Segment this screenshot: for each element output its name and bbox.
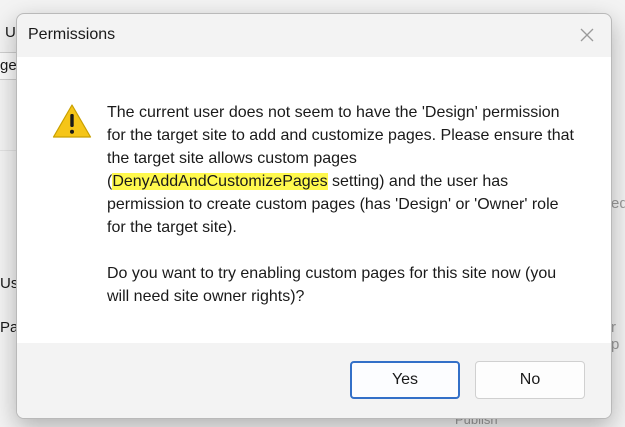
- no-button[interactable]: No: [475, 361, 585, 399]
- dialog-title: Permissions: [28, 26, 116, 43]
- message-question: Do you want to try enabling custom pages…: [107, 265, 557, 305]
- dialog-footer: Yes No: [17, 343, 611, 418]
- bg-placeholder-fragment: ed: [611, 195, 625, 212]
- bg-placeholder-fragment: r p: [611, 319, 620, 353]
- close-button[interactable]: [571, 20, 603, 50]
- warning-icon: [52, 104, 92, 138]
- message-paragraph: The current user does not seem to have t…: [107, 101, 577, 239]
- yes-button[interactable]: Yes: [350, 361, 460, 399]
- dialog-content: The current user does not seem to have t…: [17, 57, 611, 343]
- dialog-message: The current user does not seem to have t…: [107, 101, 577, 308]
- highlighted-setting: DenyAddAndCustomizePages: [112, 173, 328, 190]
- bg-text-fragment: ge: [0, 57, 17, 74]
- close-icon: [580, 28, 594, 42]
- bg-divider: [0, 150, 16, 151]
- dialog-titlebar: Permissions: [17, 14, 611, 56]
- bg-menu-fragment: U: [5, 24, 16, 41]
- permissions-dialog: Permissions The current user does not se…: [16, 13, 612, 419]
